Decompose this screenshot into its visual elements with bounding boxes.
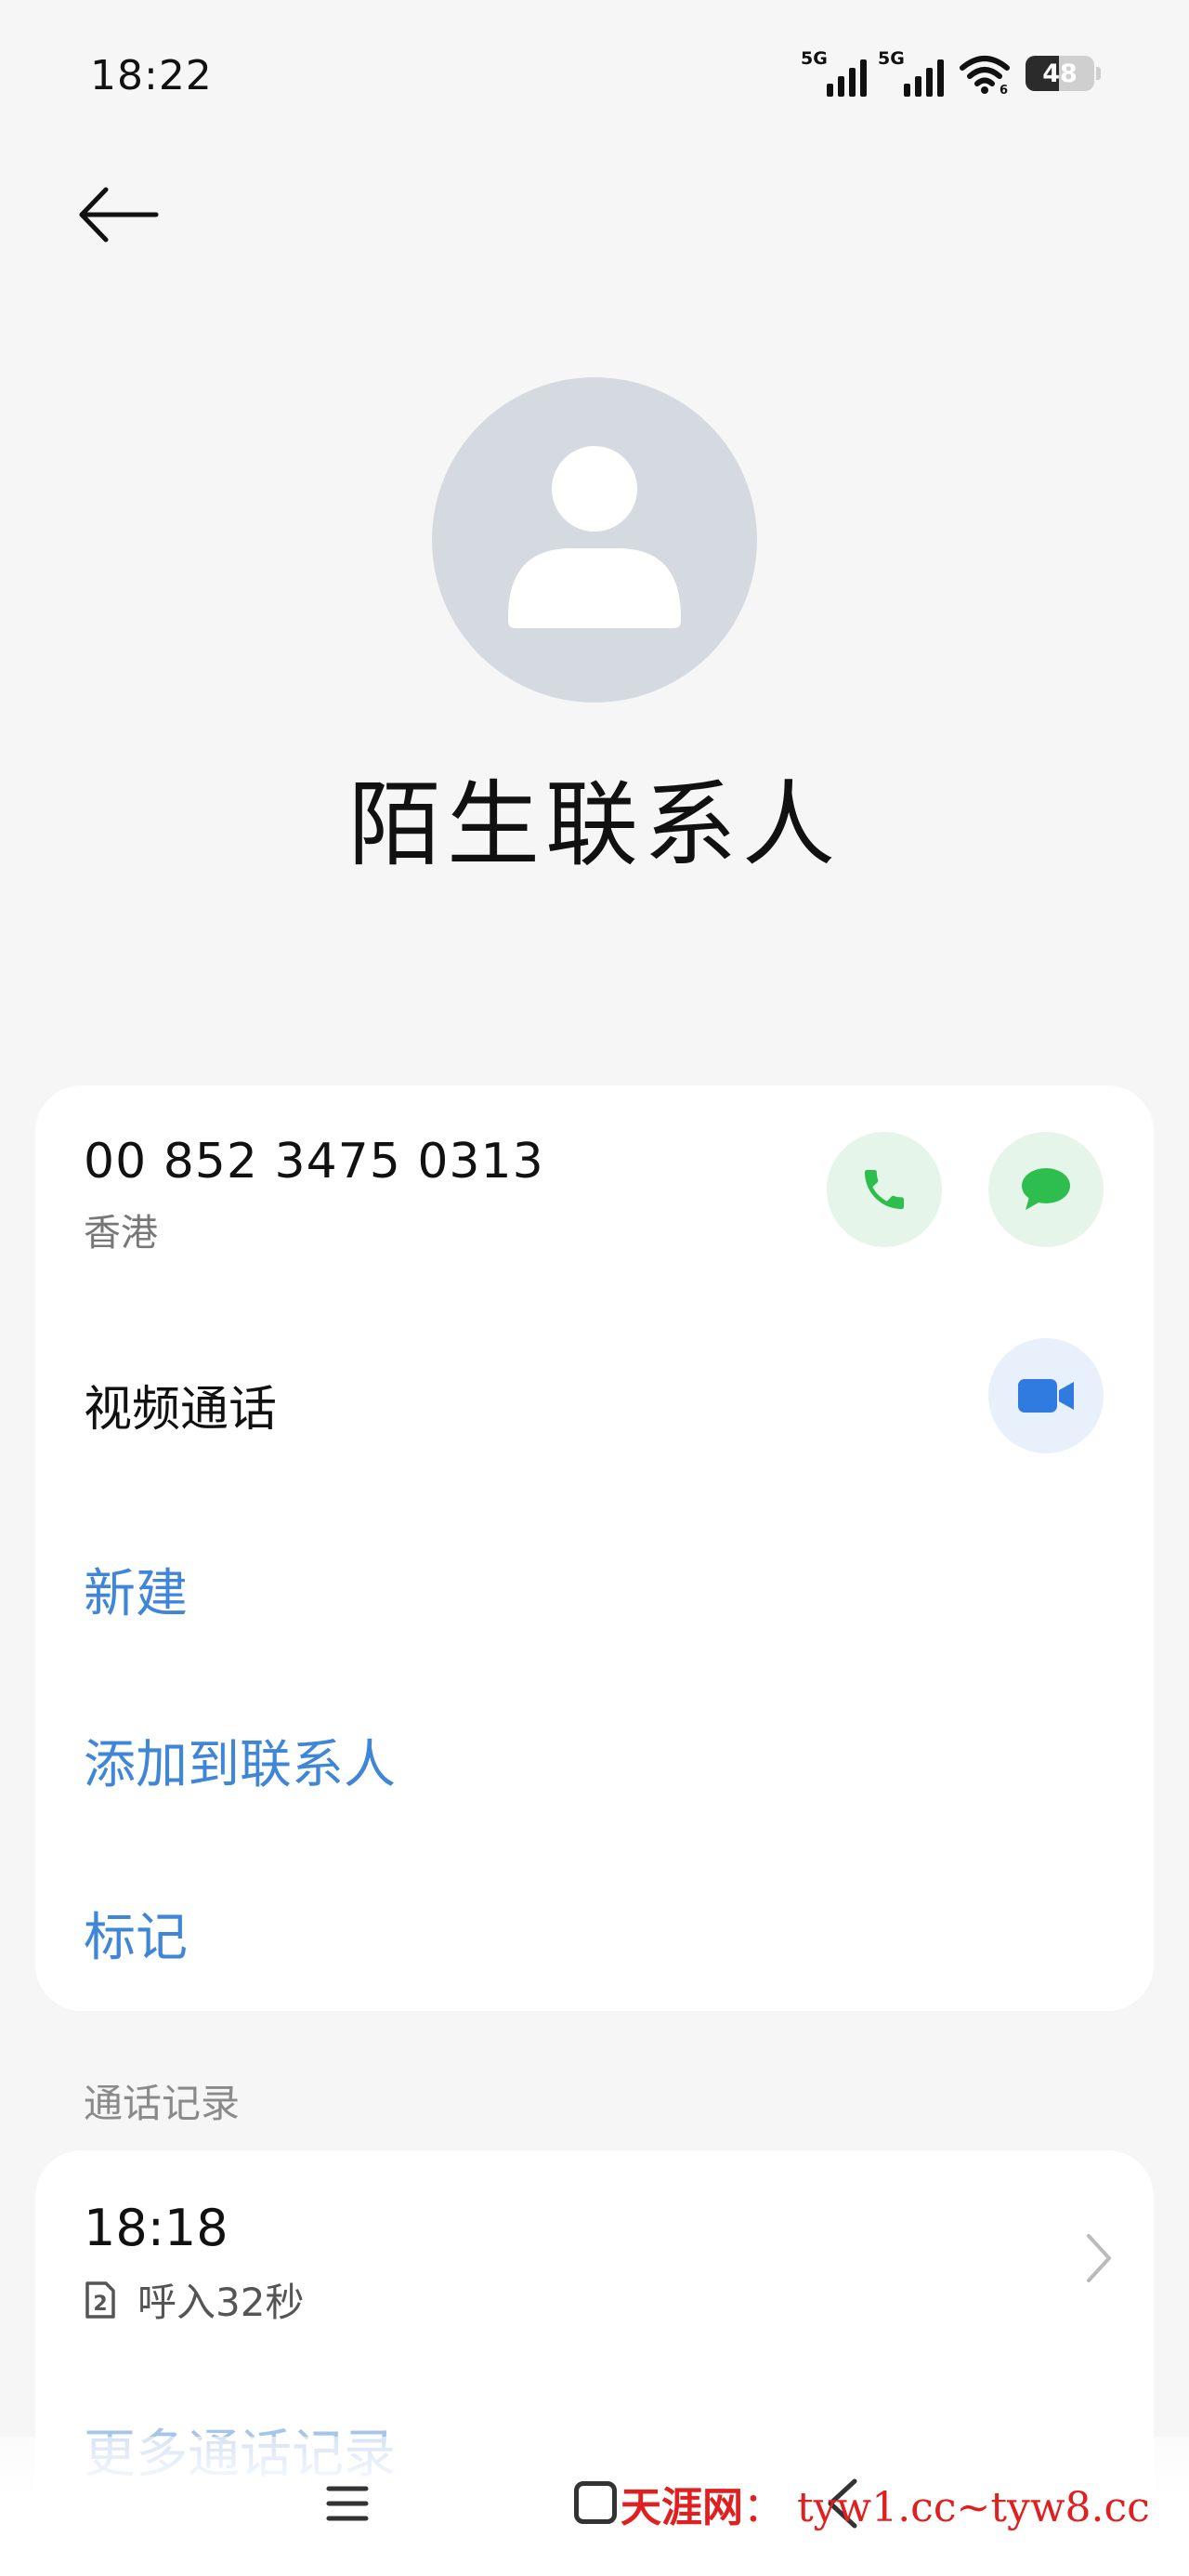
contact-detail-screen: 18:22 5G 5G 6 48 陌生联系人 00 852 3475 0313 … xyxy=(0,0,1189,2576)
video-camera-icon xyxy=(1018,1379,1074,1413)
status-icons: 5G 5G 6 48 xyxy=(801,48,1101,97)
network-type-label: 5G xyxy=(878,48,905,69)
add-to-contacts-button[interactable]: 添加到联系人 xyxy=(84,1723,396,1798)
signal-icon: 5G xyxy=(801,48,867,97)
svg-text:2: 2 xyxy=(93,2293,107,2316)
person-placeholder-icon xyxy=(508,446,681,628)
network-type-label: 5G xyxy=(801,48,828,69)
message-icon xyxy=(1022,1168,1070,1210)
message-button[interactable] xyxy=(988,1132,1104,1247)
home-icon[interactable] xyxy=(574,2481,617,2524)
call-direction-duration: 呼入32秒 xyxy=(137,2280,305,2325)
phone-number[interactable]: 00 852 3475 0313 xyxy=(84,1134,544,1189)
avatar xyxy=(432,377,757,703)
status-bar: 18:22 5G 5G 6 48 xyxy=(0,0,1189,158)
call-log-title: 通话记录 xyxy=(84,2081,241,2126)
call-time: 18:18 xyxy=(84,2199,229,2257)
phone-icon xyxy=(865,1170,904,1209)
watermark: 天涯网： tyw1.cc~tyw8.cc xyxy=(621,2484,1150,2531)
battery-level: 48 xyxy=(1042,59,1078,88)
call-button[interactable] xyxy=(827,1132,942,1247)
status-time: 18:22 xyxy=(90,52,213,99)
contact-info-card: 00 852 3475 0313 香港 视频通话 新建 添加到联系人 标记 xyxy=(35,1085,1154,2011)
call-detail: 2 呼入32秒 xyxy=(84,2271,304,2328)
svg-text:6: 6 xyxy=(1000,84,1008,94)
video-call-button[interactable] xyxy=(988,1338,1104,1453)
contact-name: 陌生联系人 xyxy=(348,770,841,879)
video-call-label: 视频通话 xyxy=(84,1382,278,1438)
signal-icon: 5G xyxy=(878,48,944,97)
wifi-icon: 6 xyxy=(960,56,1010,94)
new-contact-button[interactable]: 新建 xyxy=(84,1552,188,1627)
phone-region: 香港 xyxy=(84,1212,158,1255)
mark-number-button[interactable]: 标记 xyxy=(84,1896,188,1971)
battery-icon: 48 xyxy=(1026,56,1094,91)
menu-icon[interactable] xyxy=(325,2483,370,2524)
arrow-left-icon[interactable] xyxy=(78,182,162,247)
sim-card-icon: 2 xyxy=(85,2280,115,2319)
chevron-right-icon[interactable] xyxy=(1079,2230,1117,2286)
